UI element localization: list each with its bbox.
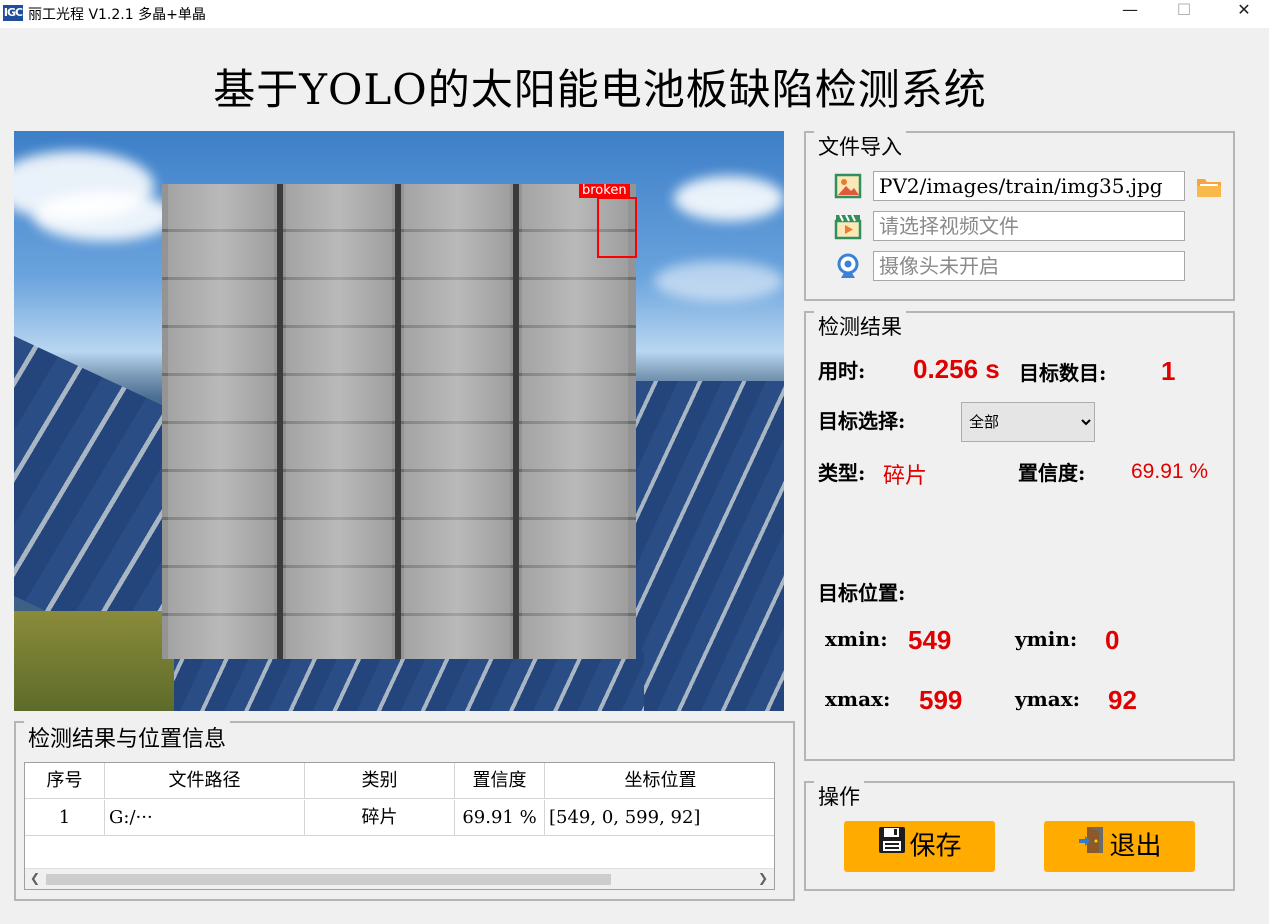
file-import-title: 文件导入 <box>814 131 906 161</box>
confidence-value: 69.91 % <box>1131 460 1209 483</box>
background-cloud <box>674 176 784 221</box>
table-header[interactable]: 类别 <box>305 763 455 799</box>
results-table[interactable]: 序号 文件路径 类别 置信度 坐标位置 1 G:/··· 碎片 69.91 % … <box>24 762 775 890</box>
table-header[interactable]: 序号 <box>25 763 105 799</box>
operations-title: 操作 <box>814 781 864 811</box>
xmax-value: 599 <box>919 685 963 715</box>
target-position-label: 目标位置: <box>818 581 906 605</box>
scrollbar-thumb[interactable] <box>46 874 611 885</box>
table-cell[interactable]: G:/··· <box>105 800 305 836</box>
video-file-field[interactable]: 请选择视频文件 <box>873 211 1185 241</box>
table-cell[interactable]: 69.91 % <box>455 800 545 836</box>
cell-divider <box>513 184 519 659</box>
camera-status-field[interactable]: 摄像头未开启 <box>873 251 1185 281</box>
close-button[interactable]: ✕ <box>1221 0 1267 28</box>
folder-icon[interactable] <box>1195 172 1223 200</box>
cell-shade <box>286 184 392 659</box>
el-panel-image: broken <box>162 184 637 659</box>
save-icon <box>877 822 907 873</box>
detection-label: broken <box>579 184 630 198</box>
target-count-label: 目标数目: <box>1019 361 1107 385</box>
detection-bounding-box <box>597 197 637 258</box>
camera-icon[interactable] <box>834 252 862 280</box>
background-solar-rows <box>634 381 784 711</box>
scroll-left-icon[interactable]: ❮ <box>30 871 40 885</box>
table-cell[interactable]: 碎片 <box>305 800 455 836</box>
table-header[interactable]: 坐标位置 <box>545 763 774 799</box>
page-title: 基于YOLO的太阳能电池板缺陷检测系统 <box>213 65 987 114</box>
save-button[interactable]: 保存 <box>844 821 995 872</box>
minimize-button[interactable]: — <box>1107 0 1153 28</box>
ymin-value: 0 <box>1105 625 1120 655</box>
video-icon[interactable] <box>834 212 862 240</box>
target-count-value: 1 <box>1161 356 1176 386</box>
window-title: 丽工光程 V1.2.1 多晶+单晶 <box>28 7 206 23</box>
exit-icon <box>1077 822 1107 873</box>
ymax-value: 92 <box>1108 685 1137 715</box>
results-table-title: 检测结果与位置信息 <box>24 721 231 753</box>
maximize-button[interactable]: ☐ <box>1161 0 1207 28</box>
time-value: 0.256 s <box>913 354 1000 384</box>
background-cloud <box>34 191 174 241</box>
type-label: 类型: <box>818 461 866 485</box>
image-display: broken <box>14 131 784 711</box>
detection-results-title: 检测结果 <box>814 311 906 341</box>
window-titlebar: IGC 丽工光程 V1.2.1 多晶+单晶 — ☐ ✕ <box>0 0 1269 28</box>
cell-shade <box>168 184 274 659</box>
background-cloud <box>654 261 784 301</box>
cell-shade <box>404 184 510 659</box>
target-select-label: 目标选择: <box>818 409 906 433</box>
table-cell[interactable]: [549, 0, 599, 92] <box>545 800 774 836</box>
exit-button-label: 退出 <box>1109 831 1162 862</box>
xmin-value: 549 <box>908 625 952 655</box>
background-solar-rows <box>164 651 644 711</box>
scroll-right-icon[interactable]: ❯ <box>758 871 768 885</box>
type-value: 碎片 <box>883 464 928 489</box>
ymin-label: ymin: <box>1015 627 1078 651</box>
ymax-label: ymax: <box>1015 687 1081 711</box>
exit-button[interactable]: 退出 <box>1044 821 1195 872</box>
table-header[interactable]: 文件路径 <box>105 763 305 799</box>
xmin-label: xmin: <box>825 627 888 651</box>
target-select-dropdown[interactable]: 全部 <box>961 402 1095 442</box>
table-header[interactable]: 置信度 <box>455 763 545 799</box>
table-cell[interactable]: 1 <box>25 800 105 836</box>
time-label: 用时: <box>818 359 866 383</box>
image-path-field[interactable]: PV2/images/train/img35.jpg <box>873 171 1185 201</box>
save-button-label: 保存 <box>909 831 962 862</box>
cell-divider <box>395 184 401 659</box>
background-grass <box>14 611 174 711</box>
confidence-label: 置信度: <box>1018 461 1086 485</box>
horizontal-scrollbar[interactable]: ❮ ❯ <box>25 868 774 889</box>
cell-divider <box>277 184 283 659</box>
xmax-label: xmax: <box>825 687 891 711</box>
app-logo-icon: IGC <box>3 5 23 21</box>
image-icon[interactable] <box>834 172 862 200</box>
